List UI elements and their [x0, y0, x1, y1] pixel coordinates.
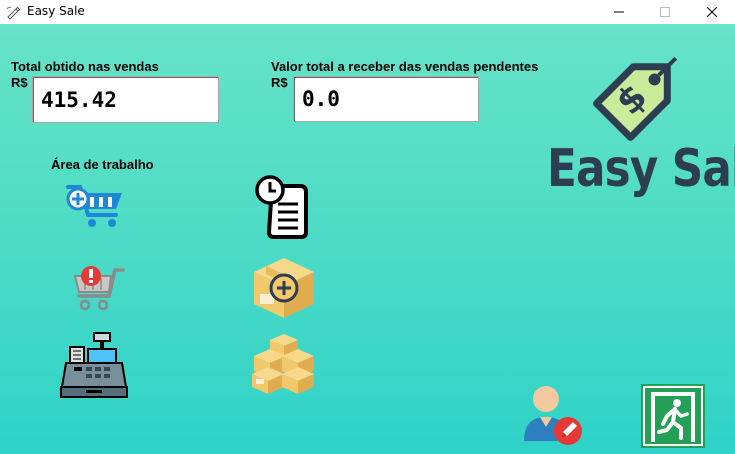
cart-alert-icon	[73, 266, 125, 311]
stock-button[interactable]	[248, 332, 318, 396]
workspace-label: Área de trabalho	[51, 157, 154, 172]
close-button[interactable]	[689, 0, 735, 24]
user-edit-icon	[524, 386, 582, 445]
user-edit-button[interactable]	[522, 383, 584, 447]
main-panel: Total obtido nas vendas R$ 415.42 Valor …	[0, 24, 735, 454]
currency-label-pending: R$	[271, 75, 288, 90]
total-sales-label: Total obtido nas vendas	[11, 59, 159, 74]
box-add-icon	[254, 258, 314, 318]
maximize-button[interactable]	[642, 0, 688, 24]
add-product-button[interactable]	[248, 254, 318, 320]
cash-register-icon	[60, 332, 128, 398]
maximize-icon	[660, 7, 670, 17]
cash-register-button[interactable]	[60, 331, 128, 399]
new-sale-button[interactable]	[66, 179, 126, 229]
title-bar: Easy Sale	[0, 0, 735, 24]
close-icon	[707, 7, 717, 17]
total-sales-field[interactable]: 415.42	[32, 76, 219, 123]
cart-add-icon	[66, 185, 122, 227]
pending-total-label: Valor total a receber das vendas pendent…	[271, 59, 539, 74]
exit-icon	[641, 384, 705, 448]
currency-label: R$	[11, 75, 28, 90]
pending-total-field[interactable]: 0.0	[293, 76, 479, 122]
pending-sales-button[interactable]	[69, 264, 127, 312]
exit-button[interactable]	[641, 384, 705, 448]
clock-document-icon	[255, 175, 308, 239]
app-pen-icon	[5, 4, 21, 20]
boxes-icon	[252, 334, 314, 394]
sales-history-button[interactable]	[254, 174, 312, 240]
minimize-icon	[614, 11, 624, 13]
logo-text: Easy Sale	[547, 139, 735, 199]
window-title: Easy Sale	[27, 4, 85, 18]
minimize-button[interactable]	[596, 0, 642, 24]
